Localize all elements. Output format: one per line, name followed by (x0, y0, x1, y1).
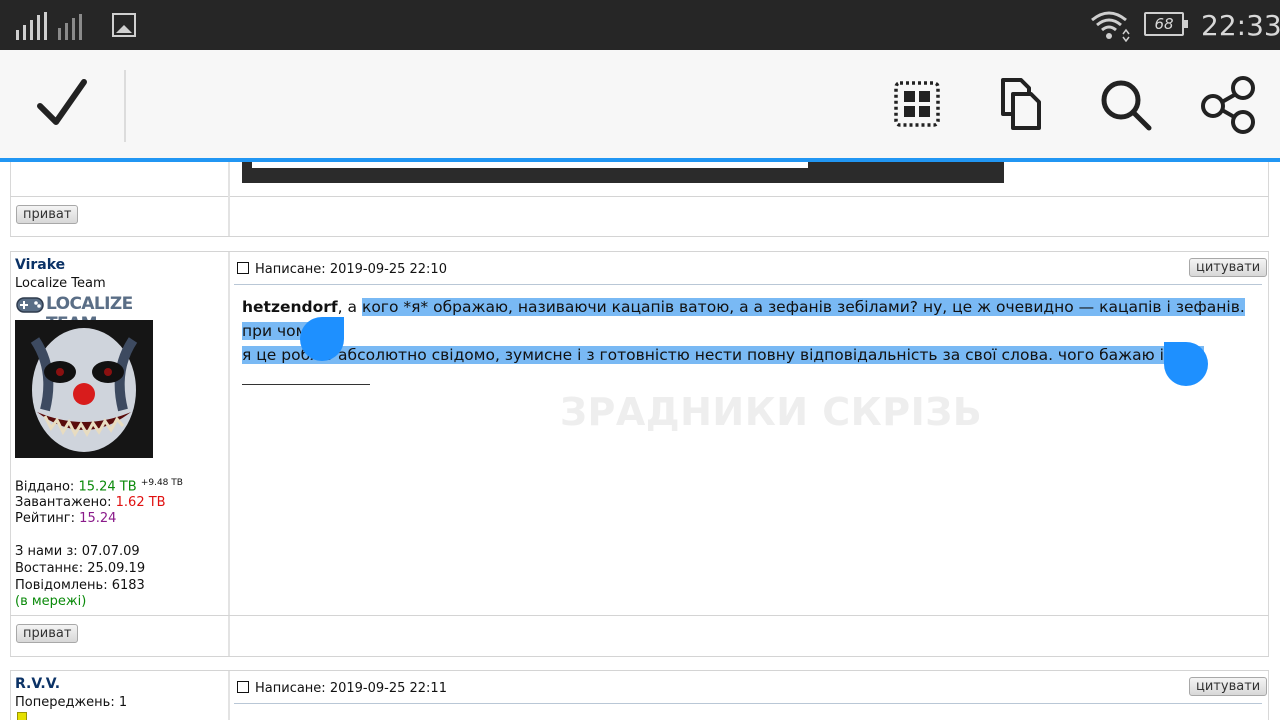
avatar[interactable] (15, 320, 153, 458)
post-frame (10, 671, 1269, 720)
given-value: 15.24 TB (78, 479, 137, 495)
post-select-checkbox[interactable] (237, 262, 249, 274)
post-header: Написане: 2019-09-25 22:10 (237, 262, 447, 277)
selection-end-handle[interactable] (1164, 342, 1208, 386)
given-stat: Віддано: 15.24 TB +9.48 TB (15, 478, 183, 494)
selected-text-line-2[interactable]: я це роблю абсолютно свідомо, зумисне і … (242, 346, 1205, 364)
select-all-icon[interactable] (887, 74, 947, 134)
quote-button[interactable]: цитувати (1189, 677, 1268, 696)
done-check-icon[interactable] (32, 74, 92, 134)
quote-button[interactable]: цитувати (1189, 258, 1268, 277)
gamepad-icon (16, 297, 44, 313)
post-select-checkbox[interactable] (237, 681, 249, 693)
signal-icon (16, 10, 86, 40)
selection-start-handle[interactable] (300, 317, 344, 361)
online-status: (в мережі) (15, 594, 87, 609)
rating-label: Рейтинг: (15, 511, 76, 526)
status-bar: 68 22:33 (0, 0, 1280, 50)
signature-divider (242, 384, 370, 385)
given-label: Віддано: (15, 479, 75, 495)
embedded-media-block (242, 162, 1004, 183)
downloaded-label: Завантажено: (15, 495, 112, 510)
localize-team-badge: LOCALIZE TEAM (15, 293, 153, 334)
post-author-name[interactable]: R.V.V. (15, 676, 60, 692)
search-icon[interactable] (1095, 74, 1155, 134)
downloaded-value: 1.62 TB (115, 495, 166, 510)
text-selection-action-bar (0, 50, 1280, 158)
addressee[interactable]: hetzendorf (242, 298, 338, 316)
author-warnings: Попереджень: 1 (15, 695, 128, 710)
joined-date: З нами з: 07.07.09 (15, 544, 140, 559)
given-delta: +9.48 TB (140, 478, 183, 488)
battery-icon: 68 (1144, 12, 1188, 36)
forum-page: приват Virake Localize Team LOCALIZE TEA… (0, 162, 1280, 720)
clown-avatar-image (15, 320, 153, 458)
warning-indicator-icon (17, 712, 27, 720)
private-message-button[interactable]: приват (16, 624, 79, 643)
post-body[interactable]: hetzendorf, а кого *я* ображаю, називаюч… (242, 295, 1262, 367)
author-role: Localize Team (15, 276, 106, 291)
action-bar-divider (124, 70, 126, 142)
clock: 22:33 (1201, 9, 1280, 42)
rating-stat: Рейтинг: 15.24 (15, 511, 116, 526)
gallery-icon (112, 13, 136, 37)
rating-value: 15.24 (79, 511, 117, 526)
post-author-name[interactable]: Virake (15, 257, 65, 273)
post-header: Написане: 2019-09-25 22:11 (237, 681, 447, 696)
share-icon[interactable] (1199, 74, 1259, 134)
message-count: Повідомлень: 6183 (15, 578, 145, 593)
downloaded-stat: Завантажено: 1.62 TB (15, 495, 166, 510)
post-date: Написане: 2019-09-25 22:11 (255, 681, 447, 696)
text-prefix: , а (337, 298, 362, 316)
last-seen: Востаннє: 25.09.19 (15, 561, 146, 576)
post-date: Написане: 2019-09-25 22:10 (255, 262, 447, 277)
wifi-icon (1091, 11, 1130, 42)
private-message-button[interactable]: приват (16, 205, 79, 224)
selected-text-line-1[interactable]: кого *я* ображаю, називаючи кацапів вато… (242, 298, 1245, 340)
battery-level: 68 (1154, 15, 1174, 33)
signature-watermark: ЗРАДНИКИ СКРІЗЬ (560, 390, 983, 434)
copy-icon[interactable] (991, 74, 1051, 134)
